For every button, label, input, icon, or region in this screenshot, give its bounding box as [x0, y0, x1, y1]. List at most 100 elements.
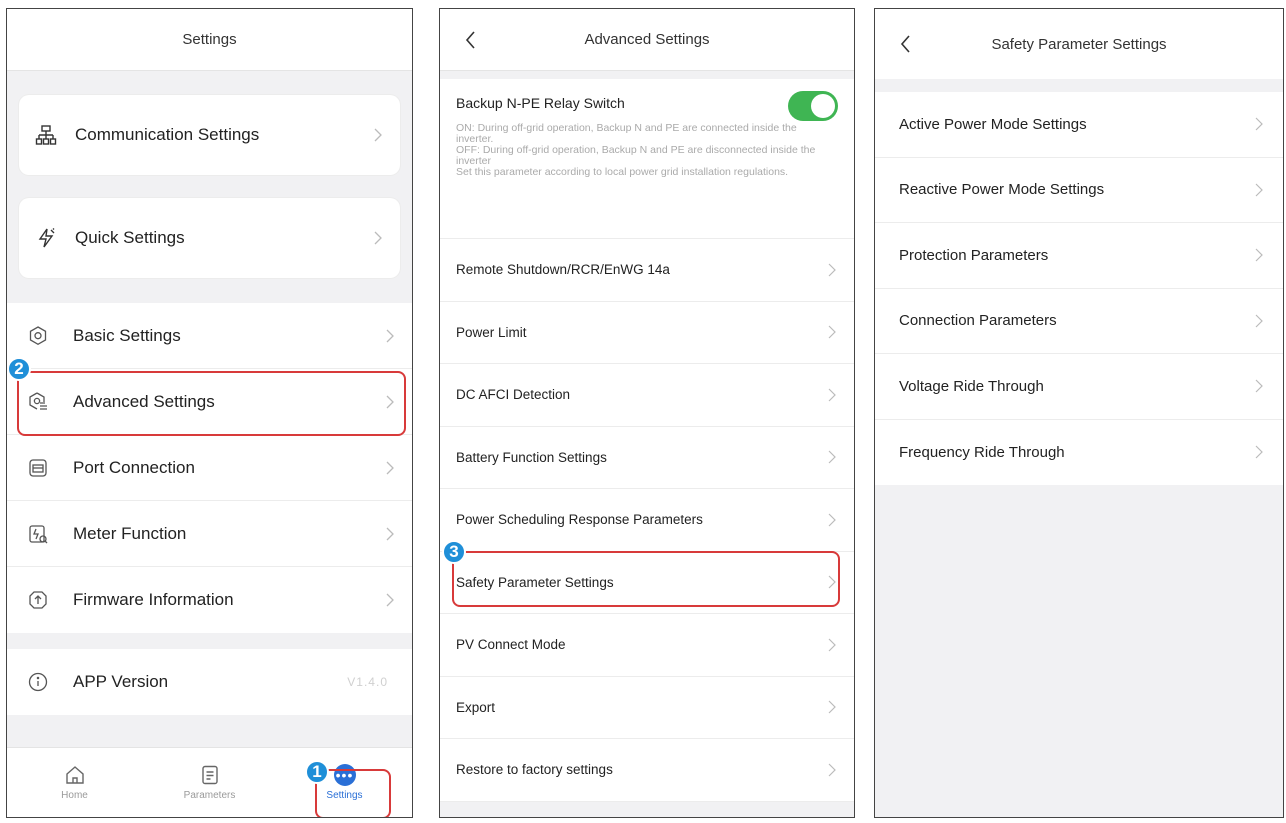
item-label: Frequency Ride Through — [899, 443, 1065, 461]
page-title: Advanced Settings — [584, 31, 710, 48]
item-label: Port Connection — [73, 457, 195, 477]
item-label: Protection Parameters — [899, 246, 1049, 264]
safety-parameter-list: Active Power Mode Settings Reactive Powe… — [875, 92, 1283, 485]
chevron-right-icon — [1255, 117, 1263, 131]
chevron-right-icon — [374, 128, 382, 142]
chevron-left-icon — [465, 30, 475, 49]
tab-label: Parameters — [183, 790, 236, 801]
lightning-icon — [38, 228, 55, 248]
advanced-settings-screen: Advanced Settings Backup N-PE Relay Swit… — [439, 8, 855, 818]
remote-shutdown-item[interactable]: Remote Shutdown/RCR/EnWG 14a — [440, 239, 854, 302]
card-label: Quick Settings — [75, 228, 185, 247]
tab-home[interactable]: Home — [7, 748, 142, 817]
back-button[interactable] — [460, 29, 482, 51]
tab-label: Home — [61, 790, 88, 801]
item-label: Meter Function — [73, 523, 187, 543]
step-1-badge: 1 — [305, 760, 329, 784]
item-label: Reactive Power Mode Settings — [899, 181, 1105, 199]
item-label: DC AFCI Detection — [456, 387, 571, 403]
chevron-right-icon — [828, 263, 836, 277]
pv-connect-mode-item[interactable]: PV Connect Mode — [440, 614, 854, 677]
network-icon — [35, 125, 57, 145]
meter-icon — [29, 524, 48, 543]
item-label: Connection Parameters — [899, 312, 1057, 330]
quick-settings-card[interactable]: Quick Settings — [19, 198, 400, 278]
chevron-right-icon — [386, 329, 394, 342]
item-label: Safety Parameter Settings — [456, 574, 614, 590]
relay-description: ON: During off-grid operation, Backup N … — [456, 122, 816, 178]
header: Safety Parameter Settings — [875, 9, 1283, 79]
info-icon — [28, 672, 48, 692]
backup-relay-toggle[interactable] — [788, 91, 838, 121]
item-label: Advanced Settings — [73, 391, 215, 411]
power-scheduling-item[interactable]: Power Scheduling Response Parameters — [440, 489, 854, 552]
battery-function-settings-item[interactable]: Battery Function Settings — [440, 427, 854, 489]
port-connection-item[interactable]: Port Connection — [7, 435, 412, 501]
chevron-right-icon — [828, 638, 836, 652]
step-2-badge: 2 — [7, 357, 31, 381]
settings-screen: Settings Communication Settings Quick Se… — [6, 8, 413, 818]
page-title: Safety Parameter Settings — [991, 35, 1167, 53]
item-label: Basic Settings — [73, 325, 181, 345]
gear-settings-icon — [29, 391, 47, 410]
app-version-value: V1.4.0 — [347, 675, 388, 689]
more-icon: ••• — [333, 764, 356, 786]
chevron-right-icon — [828, 763, 836, 777]
restore-factory-settings-item[interactable]: Restore to factory settings — [440, 739, 854, 802]
chevron-right-icon — [1255, 183, 1263, 197]
relay-title: Backup N-PE Relay Switch — [456, 95, 625, 111]
chevron-right-icon — [828, 388, 836, 402]
chevron-right-icon — [386, 593, 394, 607]
safety-parameter-settings-item[interactable]: Safety Parameter Settings — [440, 552, 854, 614]
step-3-badge: 3 — [442, 540, 466, 564]
port-icon — [29, 458, 47, 477]
card-label: Communication Settings — [75, 125, 260, 144]
voltage-ride-through-item[interactable]: Voltage Ride Through — [875, 354, 1283, 420]
connection-parameters-item[interactable]: Connection Parameters — [875, 289, 1283, 354]
app-version-item: APP Version V1.4.0 — [7, 649, 412, 715]
chevron-right-icon — [386, 395, 394, 408]
chevron-right-icon — [374, 231, 382, 245]
firmware-information-item[interactable]: Firmware Information — [7, 567, 412, 633]
tab-settings[interactable]: ••• Settings — [277, 748, 412, 817]
tab-parameters[interactable]: Parameters — [142, 748, 277, 817]
meter-function-item[interactable]: Meter Function — [7, 501, 412, 567]
home-icon — [65, 766, 84, 784]
app-version-section: APP Version V1.4.0 — [7, 649, 412, 715]
settings-list: Basic Settings Advanced Settings Port Co… — [7, 303, 412, 633]
app-version-label: APP Version — [73, 672, 169, 691]
basic-settings-item[interactable]: Basic Settings — [7, 303, 412, 369]
back-button[interactable] — [895, 33, 917, 55]
advanced-settings-item[interactable]: Advanced Settings — [7, 369, 412, 435]
tab-bar: Home Parameters ••• Settings — [7, 747, 412, 817]
reactive-power-mode-item[interactable]: Reactive Power Mode Settings — [875, 158, 1283, 223]
frequency-ride-through-item[interactable]: Frequency Ride Through — [875, 420, 1283, 486]
item-label: Power Scheduling Response Parameters — [456, 512, 703, 528]
dc-afci-detection-item[interactable]: DC AFCI Detection — [440, 364, 854, 427]
gear-icon — [29, 325, 47, 345]
chevron-right-icon — [1255, 248, 1263, 262]
export-item[interactable]: Export — [440, 677, 854, 739]
item-label: Firmware Information — [73, 590, 234, 609]
backup-relay-item: Backup N-PE Relay Switch ON: During off-… — [440, 79, 854, 239]
tab-label: Settings — [326, 790, 363, 801]
chevron-right-icon — [1255, 445, 1263, 459]
chevron-right-icon — [386, 527, 394, 540]
protection-parameters-item[interactable]: Protection Parameters — [875, 223, 1283, 289]
power-limit-item[interactable]: Power Limit — [440, 302, 854, 364]
safety-parameter-screen: Safety Parameter Settings Active Power M… — [874, 8, 1284, 818]
item-label: Battery Function Settings — [456, 449, 607, 465]
document-icon — [201, 765, 218, 785]
chevron-right-icon — [828, 700, 836, 714]
chevron-right-icon — [828, 450, 836, 464]
communication-settings-card[interactable]: Communication Settings — [19, 95, 400, 175]
chevron-left-icon — [900, 35, 910, 53]
chevron-right-icon — [828, 325, 836, 339]
active-power-mode-item[interactable]: Active Power Mode Settings — [875, 92, 1283, 158]
upload-icon — [29, 591, 47, 609]
item-label: Active Power Mode Settings — [899, 115, 1087, 133]
item-label: Power Limit — [456, 324, 527, 340]
page-title: Settings — [7, 9, 412, 71]
item-label: Remote Shutdown/RCR/EnWG 14a — [456, 262, 670, 278]
advanced-settings-list: Backup N-PE Relay Switch ON: During off-… — [440, 79, 854, 802]
